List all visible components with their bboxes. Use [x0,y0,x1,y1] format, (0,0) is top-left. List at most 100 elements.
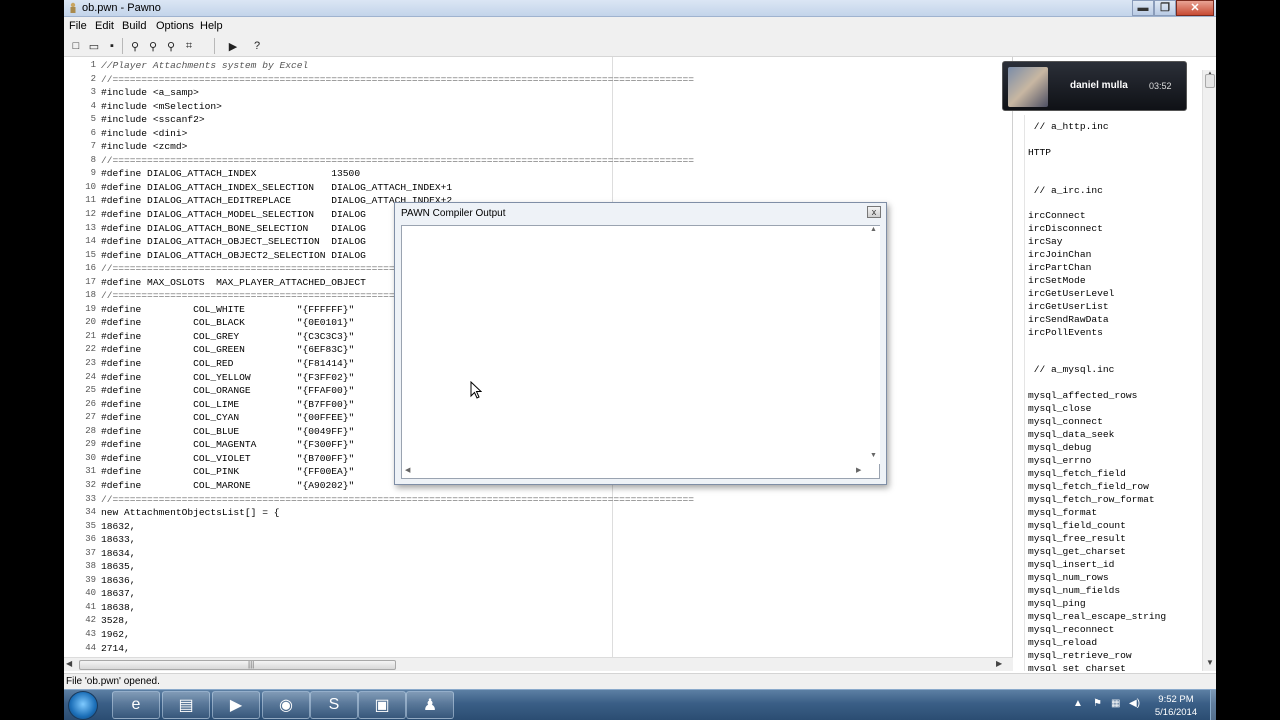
function-list-item[interactable]: ircSendRawData [1028,314,1109,325]
function-list-item[interactable]: mysql_get_charset [1028,546,1126,557]
explorer-icon[interactable]: ▤ [162,691,210,719]
code-line[interactable]: //======================================… [101,493,1012,507]
function-list-item[interactable]: ircSay [1028,236,1063,247]
pawno-icon[interactable]: ♟ [406,691,454,719]
function-list-item[interactable]: ircPollEvents [1028,327,1103,338]
code-line[interactable]: #include <dini> [101,127,1012,141]
flag-icon[interactable]: ⚑ [1093,698,1102,709]
code-line[interactable]: #define DIALOG_ATTACH_INDEX 13500 [101,167,1012,181]
show-hidden-icons-icon[interactable]: ▲ [1073,698,1083,709]
function-list-item[interactable]: mysql_affected_rows [1028,390,1137,401]
scroll-left-icon[interactable]: ◀ [405,466,410,474]
function-list-panel[interactable]: // a_http.inc HTTP // a_irc.inc ircConnect… [1024,115,1202,671]
function-list-item[interactable]: mysql_data_seek [1028,429,1114,440]
menu-edit[interactable]: Edit [95,20,114,32]
function-list-item[interactable]: ircGetUserList [1028,301,1109,312]
function-list-item[interactable]: mysql_num_rows [1028,572,1109,583]
find-icon[interactable]: ⚲ [127,38,143,54]
function-list-item[interactable]: ircPartChan [1028,262,1091,273]
scroll-right-icon[interactable]: ▶ [996,659,1002,668]
function-list-item[interactable]: mysql_format [1028,507,1097,518]
output-horizontal-scrollbar[interactable]: ◀ ▶ [402,466,867,478]
ie-icon[interactable]: e [112,691,160,719]
function-list-item[interactable]: mysql_free_result [1028,533,1126,544]
function-list-item[interactable]: ircSetMode [1028,275,1086,286]
code-line[interactable]: 18635, [101,560,1012,574]
code-line[interactable]: #include <mSelection> [101,100,1012,114]
minimize-button[interactable]: ▬ [1132,0,1154,16]
volume-icon[interactable]: ◀) [1129,698,1140,709]
function-list-item[interactable]: ircGetUserLevel [1028,288,1114,299]
code-line[interactable]: 3528, [101,614,1012,628]
code-line[interactable]: 18633, [101,533,1012,547]
code-line[interactable]: //======================================… [101,73,1012,87]
start-button[interactable] [68,691,98,720]
open-icon[interactable]: ▭ [86,38,102,54]
function-list-item[interactable]: mysql_real_escape_string [1028,611,1166,622]
replace-icon[interactable]: ⚲ [163,38,179,54]
function-list-scrollbar[interactable]: ▲ ▼ [1202,69,1216,671]
chrome-icon[interactable]: ◉ [262,691,310,719]
function-list-item[interactable]: mysql_insert_id [1028,559,1114,570]
show-desktop-button[interactable] [1210,690,1216,720]
find-next-icon[interactable]: ⚲ [145,38,161,54]
code-line[interactable]: 18637, [101,587,1012,601]
function-list-item[interactable]: mysql_reload [1028,637,1097,648]
function-list-item[interactable]: mysql_debug [1028,442,1091,453]
dialog-close-button[interactable]: x [867,206,881,218]
scrollbar-thumb[interactable]: ||| [79,660,396,670]
code-line[interactable]: new AttachmentObjectsList[] = { [101,506,1012,520]
compile-run-icon[interactable]: ▶ [225,38,241,54]
code-line[interactable]: //Player Attachments system by Excel [101,59,1012,73]
goto-icon[interactable]: ⌗ [181,38,197,54]
scroll-down-icon[interactable]: ▼ [870,452,877,459]
code-line[interactable]: //======================================… [101,154,1012,168]
code-line[interactable]: 18632, [101,520,1012,534]
scroll-up-icon[interactable]: ▲ [870,226,877,233]
clock[interactable]: 9:52 PM 5/16/2014 [1146,693,1206,719]
function-list-item[interactable]: ircDisconnect [1028,223,1103,234]
function-list-item[interactable]: mysql_ping [1028,598,1086,609]
menu-help[interactable]: Help [200,20,223,32]
function-list-item[interactable]: mysql_errno [1028,455,1091,466]
code-line[interactable]: #include <a_samp> [101,86,1012,100]
function-list-item[interactable]: mysql_num_fields [1028,585,1120,596]
window-icon[interactable]: ▣ [358,691,406,719]
code-line[interactable]: #define DIALOG_ATTACH_INDEX_SELECTION DI… [101,181,1012,195]
scroll-down-icon[interactable]: ▼ [1206,658,1214,667]
scrollbar-thumb[interactable] [1205,74,1215,88]
save-icon[interactable]: ▪ [104,38,120,54]
network-icon[interactable]: ▦ [1111,698,1120,709]
function-list-item[interactable]: HTTP [1028,147,1051,158]
function-list-item[interactable]: mysql_set_charset [1028,663,1126,671]
menu-file[interactable]: File [69,20,87,32]
close-button[interactable]: ✕ [1176,0,1214,16]
code-line[interactable]: 1962, [101,628,1012,642]
function-list-item[interactable]: mysql_field_count [1028,520,1126,531]
function-list-item[interactable]: ircConnect [1028,210,1086,221]
function-list-item[interactable]: mysql_reconnect [1028,624,1114,635]
media-player-icon[interactable]: ▶ [212,691,260,719]
code-line[interactable]: #include <sscanf2> [101,113,1012,127]
function-list-item[interactable]: mysql_retrieve_row [1028,650,1132,661]
editor-horizontal-scrollbar[interactable]: ◀ ||| ▶ [64,657,1013,671]
scroll-right-icon[interactable]: ▶ [856,466,861,474]
output-vertical-scrollbar[interactable]: ▲ ▼ [867,226,880,464]
function-list-item[interactable]: mysql_fetch_row_format [1028,494,1155,505]
code-line[interactable]: 18638, [101,601,1012,615]
function-list-item[interactable]: mysql_connect [1028,416,1103,427]
compiler-output-area[interactable]: ▲ ▼ ◀ ▶ [401,225,880,479]
new-icon[interactable]: □ [68,38,84,54]
code-line[interactable]: #include <zcmd> [101,140,1012,154]
function-list-item[interactable]: mysql_fetch_field [1028,468,1126,479]
scroll-left-icon[interactable]: ◀ [66,659,72,668]
help-icon[interactable]: ? [249,38,265,54]
code-line[interactable]: 18634, [101,547,1012,561]
function-list-item[interactable]: mysql_close [1028,403,1091,414]
menu-build[interactable]: Build [122,20,146,32]
skype-icon[interactable]: S [310,691,358,719]
maximize-button[interactable]: ❐ [1154,0,1176,16]
menu-options[interactable]: Options [156,20,194,32]
function-list-item[interactable]: mysql_fetch_field_row [1028,481,1149,492]
code-line[interactable]: 2714, [101,642,1012,656]
